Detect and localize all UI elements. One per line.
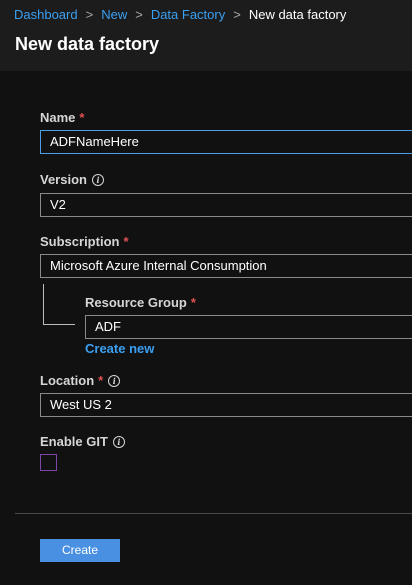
tree-connector-vertical <box>43 284 44 325</box>
breadcrumb-dashboard[interactable]: Dashboard <box>14 7 78 22</box>
subscription-label: Subscription * <box>40 234 129 249</box>
breadcrumb: Dashboard > New > Data Factory > New dat… <box>14 7 346 22</box>
enable-git-label: Enable GIT i <box>40 434 125 449</box>
required-marker: * <box>123 234 129 249</box>
page-title: New data factory <box>15 34 160 54</box>
enable-git-label-text: Enable GIT <box>40 434 108 449</box>
name-label-text: Name <box>40 110 76 125</box>
create-new-link[interactable]: Create new <box>85 341 154 356</box>
required-marker: * <box>79 110 85 125</box>
breadcrumb-new[interactable]: New <box>101 7 127 22</box>
resource-group-select[interactable]: ADF <box>85 315 412 339</box>
subscription-select[interactable]: Microsoft Azure Internal Consumption <box>40 254 412 278</box>
resource-group-label: Resource Group * <box>85 295 196 310</box>
enable-git-checkbox[interactable] <box>40 454 57 471</box>
subscription-label-text: Subscription <box>40 234 120 249</box>
header-bar: Dashboard > New > Data Factory > New dat… <box>0 0 412 71</box>
tree-connector-horizontal <box>43 324 75 325</box>
version-label-text: Version <box>40 172 87 187</box>
create-button[interactable]: Create <box>40 539 120 562</box>
location-select[interactable]: West US 2 <box>40 393 412 417</box>
resource-group-label-text: Resource Group <box>85 295 187 310</box>
location-label: Location * i <box>40 373 121 388</box>
breadcrumb-separator: > <box>233 7 241 22</box>
form-panel: Name * ADFNameHere Version i V2 Subscrip… <box>0 71 412 585</box>
version-label: Version i <box>40 172 104 187</box>
name-input[interactable]: ADFNameHere <box>40 130 412 154</box>
info-icon[interactable]: i <box>112 435 125 448</box>
breadcrumb-current: New data factory <box>248 7 347 22</box>
breadcrumb-separator: > <box>85 7 94 22</box>
version-select[interactable]: V2 <box>40 193 412 217</box>
location-label-text: Location <box>40 373 95 388</box>
info-icon[interactable]: i <box>108 374 121 387</box>
required-marker: * <box>98 373 104 388</box>
breadcrumb-data-factory[interactable]: Data Factory <box>151 7 225 22</box>
required-marker: * <box>190 295 196 310</box>
breadcrumb-separator: > <box>135 7 143 22</box>
name-label: Name * <box>40 110 84 125</box>
divider <box>15 513 412 514</box>
info-icon[interactable]: i <box>91 173 104 186</box>
